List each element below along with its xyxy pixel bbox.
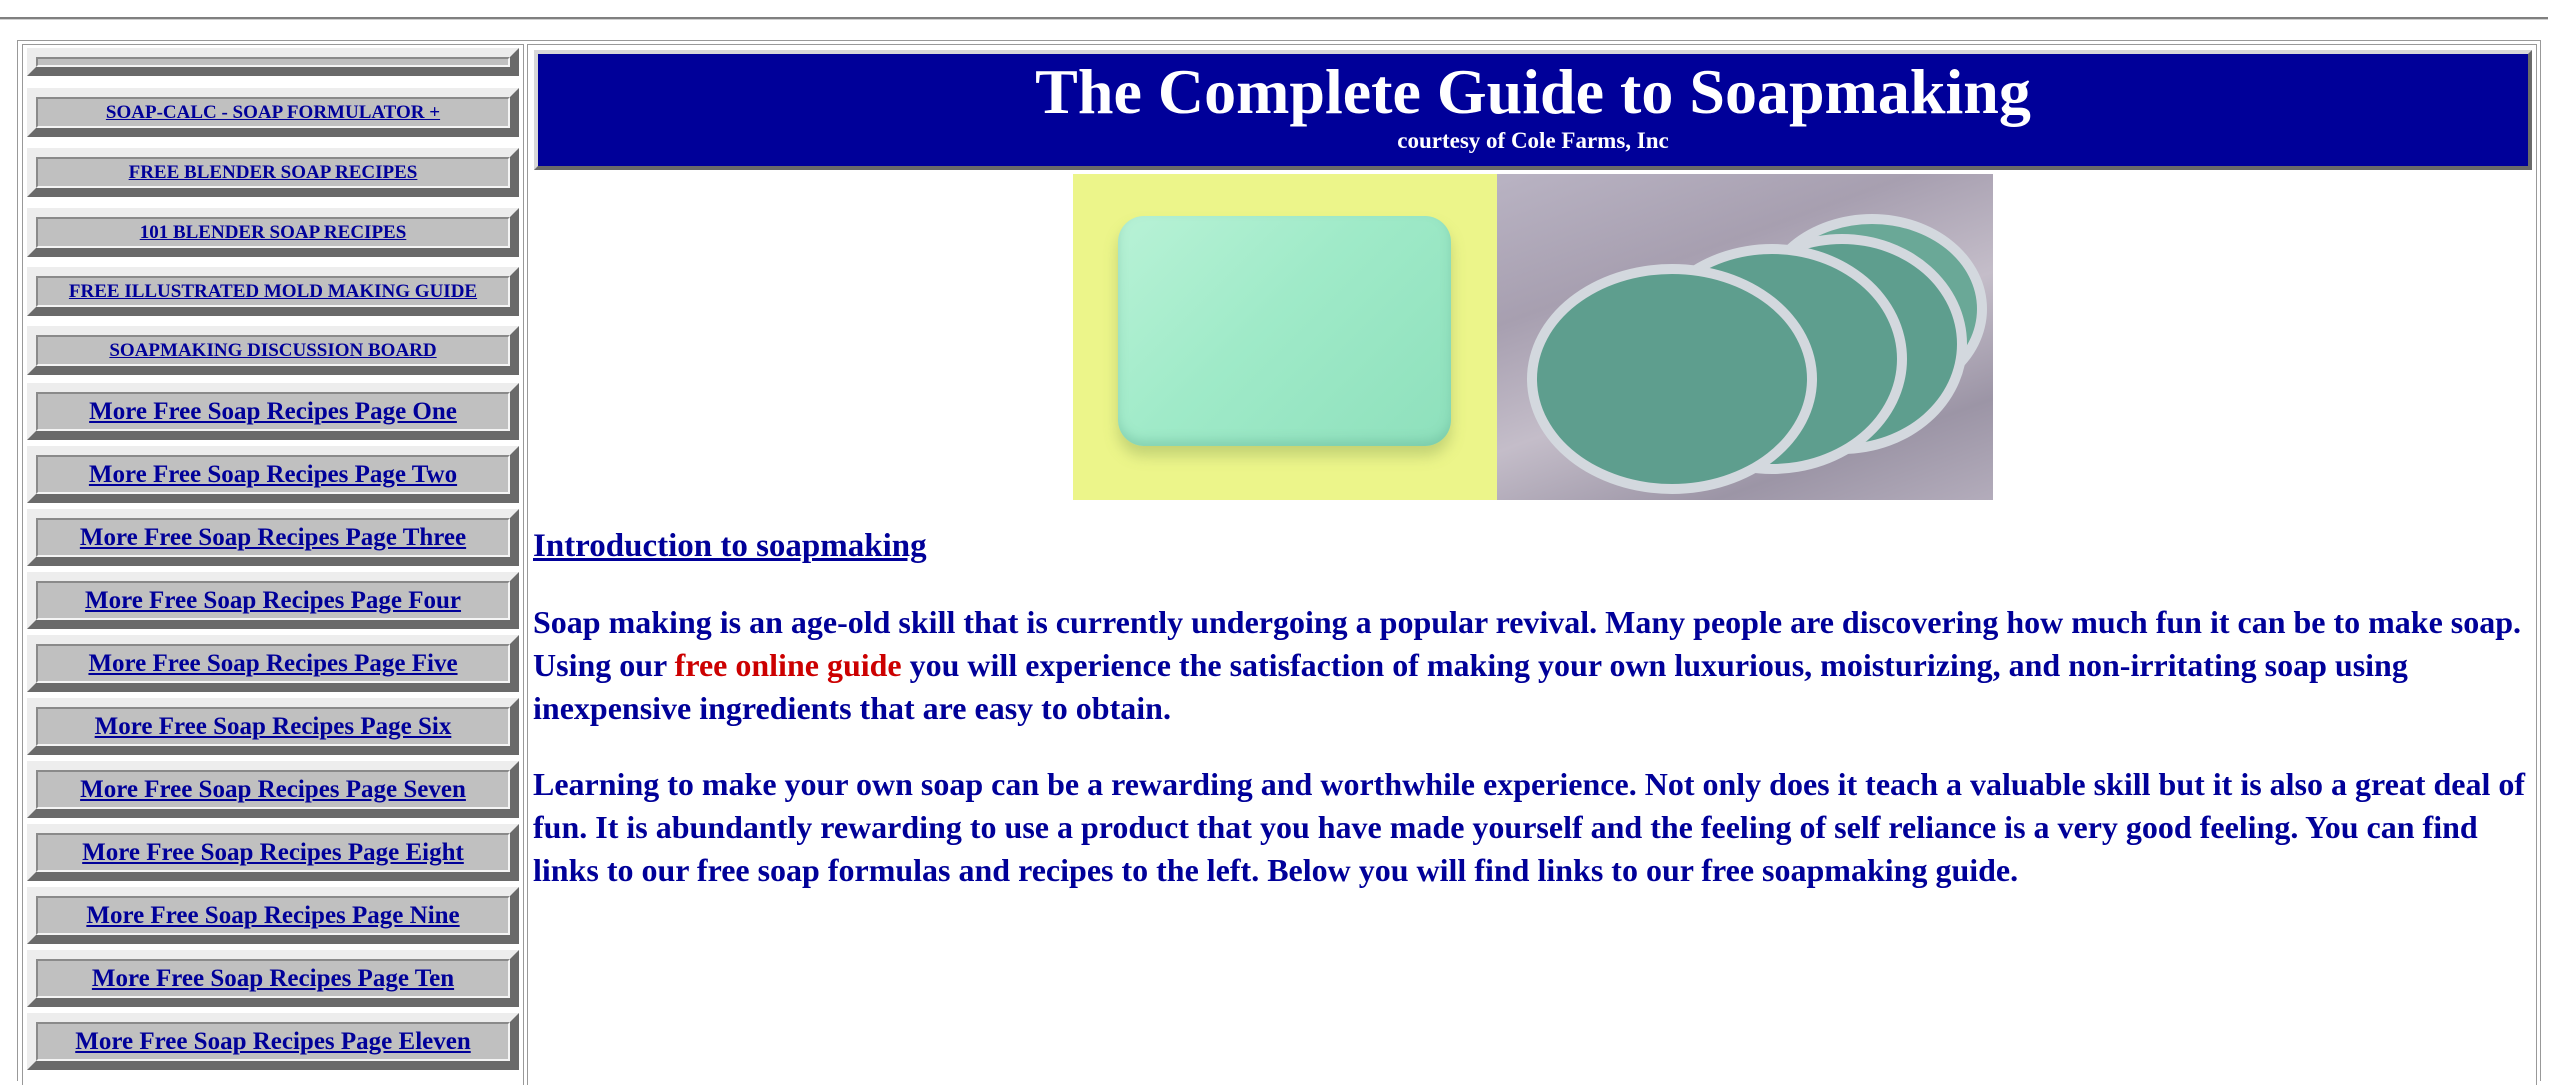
soap-photos — [1073, 174, 1993, 500]
sidebar-item-label[interactable]: More Free Soap Recipes Page Five — [88, 650, 457, 678]
sidebar-item-recipes-page-eleven[interactable]: More Free Soap Recipes Page Eleven — [27, 1013, 519, 1070]
sidebar-item-mold-making-guide[interactable]: FREE ILLUSTRATED MOLD MAKING GUIDE — [27, 267, 519, 316]
sidebar-item-label[interactable]: More Free Soap Recipes Page Two — [89, 461, 457, 489]
page-subtitle: courtesy of Cole Farms, Inc — [1397, 128, 1669, 153]
free-online-guide-link[interactable]: free online guide — [675, 647, 902, 683]
sidebar-item-recipes-page-five[interactable]: More Free Soap Recipes Page Five — [27, 635, 519, 692]
sidebar-item-empty[interactable] — [27, 48, 519, 76]
sidebar-item-recipes-page-seven[interactable]: More Free Soap Recipes Page Seven — [27, 761, 519, 818]
page-title: The Complete Guide to Soapmaking — [1035, 56, 2031, 127]
soap-bar-image — [1118, 216, 1451, 446]
sidebar-item-label[interactable]: SOAP-CALC - SOAP FORMULATOR + — [106, 102, 440, 124]
sidebar-item-label[interactable]: More Free Soap Recipes Page Nine — [86, 902, 459, 930]
sidebar-item-recipes-page-eight[interactable]: More Free Soap Recipes Page Eight — [27, 824, 519, 881]
sidebar-item-label[interactable]: More Free Soap Recipes Page Four — [85, 587, 461, 615]
soap-bar-photo — [1073, 174, 1497, 500]
sidebar-item-recipes-page-nine[interactable]: More Free Soap Recipes Page Nine — [27, 887, 519, 944]
sidebar-item-recipes-page-three[interactable]: More Free Soap Recipes Page Three — [27, 509, 519, 566]
sidebar-item-label[interactable]: FREE BLENDER SOAP RECIPES — [129, 162, 418, 184]
sidebar-item-recipes-page-ten[interactable]: More Free Soap Recipes Page Ten — [27, 950, 519, 1007]
sidebar-item-label[interactable]: More Free Soap Recipes Page Eight — [82, 839, 464, 867]
sidebar-item-label[interactable]: SOAPMAKING DISCUSSION BOARD — [109, 340, 436, 362]
intro-paragraph: Soap making is an age-old skill that is … — [533, 604, 2522, 726]
sidebar-item-101-blender-recipes[interactable]: 101 BLENDER SOAP RECIPES — [27, 208, 519, 257]
sidebar-item-recipes-page-four[interactable]: More Free Soap Recipes Page Four — [27, 572, 519, 629]
sidebar-item-label[interactable]: More Free Soap Recipes Page Three — [80, 524, 466, 552]
sidebar-item-discussion-board[interactable]: SOAPMAKING DISCUSSION BOARD — [27, 326, 519, 375]
soap-slices-photo — [1497, 174, 1993, 500]
sidebar-item-recipes-page-six[interactable]: More Free Soap Recipes Page Six — [27, 698, 519, 755]
intro-link[interactable]: Introduction to soapmaking — [533, 528, 2528, 565]
sidebar-item-label[interactable]: 101 BLENDER SOAP RECIPES — [140, 222, 407, 244]
top-divider — [0, 17, 2548, 20]
header-banner: The Complete Guide to Soapmaking courtes… — [534, 50, 2532, 170]
sidebar-item-soap-calc[interactable]: SOAP-CALC - SOAP FORMULATOR + — [27, 88, 519, 137]
learning-paragraph: Learning to make your own soap can be a … — [533, 766, 2526, 888]
sidebar-item-label[interactable]: FREE ILLUSTRATED MOLD MAKING GUIDE — [69, 281, 477, 303]
main-content: Introduction to soapmaking Soap making i… — [533, 520, 2528, 892]
sidebar-item-label[interactable]: More Free Soap Recipes Page One — [89, 398, 457, 426]
sidebar-item-label[interactable]: More Free Soap Recipes Page Six — [95, 713, 452, 741]
sidebar-item-recipes-page-two[interactable]: More Free Soap Recipes Page Two — [27, 446, 519, 503]
sidebar-item-label[interactable]: More Free Soap Recipes Page Eleven — [75, 1028, 471, 1056]
sidebar-item-label[interactable]: More Free Soap Recipes Page Seven — [80, 776, 466, 804]
sidebar-item-free-blender-recipes[interactable]: FREE BLENDER SOAP RECIPES — [27, 148, 519, 197]
sidebar-item-recipes-page-one[interactable]: More Free Soap Recipes Page One — [27, 383, 519, 440]
sidebar-item-label[interactable]: More Free Soap Recipes Page Ten — [92, 965, 454, 993]
